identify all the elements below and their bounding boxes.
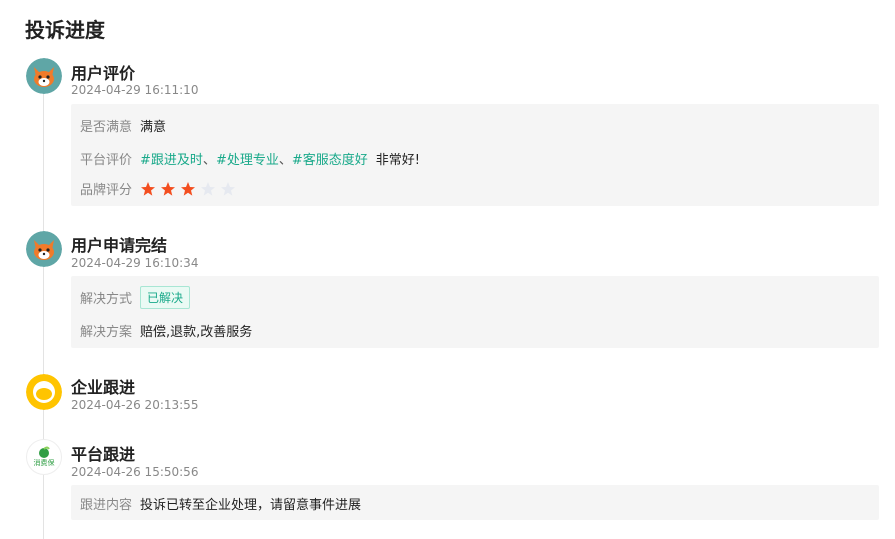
star-icon xyxy=(160,181,176,197)
complaint-progress-page: 投诉进度 用户评价 2024-04-29 16:11:10 是否满意 满意 平台… xyxy=(0,0,895,539)
resolution-plan-label: 解决方案 xyxy=(80,325,133,340)
review-tag[interactable]: #客服态度好 xyxy=(292,149,368,168)
star-icon xyxy=(180,181,196,197)
event-time-user-review: 2024-04-29 16:11:10 xyxy=(71,83,199,97)
page-title: 投诉进度 xyxy=(25,18,105,42)
star-icon xyxy=(220,181,236,197)
followup-content-label: 跟进内容 xyxy=(80,498,133,513)
event-title-platform-followup: 平台跟进 xyxy=(71,445,136,464)
review-tag[interactable]: #处理专业 xyxy=(216,149,279,168)
event-title-user-close-request: 用户申请完结 xyxy=(71,236,168,255)
platform-review-label: 平台评价 xyxy=(80,153,133,168)
resolved-badge: 已解决 xyxy=(140,286,191,309)
review-tag[interactable]: #跟进及时 xyxy=(140,149,203,168)
platform-review-row: 平台评价 #跟进及时 、 #处理专业 、 #客服态度好 非常好! xyxy=(80,149,420,168)
user-review-detail: 是否满意 满意 平台评价 #跟进及时 、 #处理专业 、 #客服态度好 非常好!… xyxy=(71,104,879,206)
company-ring-icon xyxy=(26,374,62,410)
xiaofeibao-logo-icon: 消费保 xyxy=(26,439,62,475)
platform-followup-detail: 跟进内容 投诉已转至企业处理，请留意事件进展 xyxy=(71,485,879,520)
star-icon xyxy=(200,181,216,197)
star-icon xyxy=(140,181,156,197)
fox-avatar-icon xyxy=(26,58,62,94)
event-time-company-followup: 2024-04-26 20:13:55 xyxy=(71,398,199,412)
resolution-method-row: 解决方式 已解决 xyxy=(80,286,191,309)
event-time-user-close-request: 2024-04-29 16:10:34 xyxy=(71,256,199,270)
event-time-platform-followup: 2024-04-26 15:50:56 xyxy=(71,465,199,479)
fox-avatar-icon xyxy=(26,231,62,267)
event-title-company-followup: 企业跟进 xyxy=(71,378,136,397)
tag-separator: 、 xyxy=(278,153,292,168)
satisfied-label: 是否满意 xyxy=(80,120,133,135)
satisfied-value: 满意 xyxy=(140,120,167,135)
close-request-detail: 解决方式 已解决 解决方案 赔偿,退款,改善服务 xyxy=(71,276,879,348)
resolution-plan-row: 解决方案 赔偿,退款,改善服务 xyxy=(80,321,252,340)
brand-rating-label: 品牌评分 xyxy=(80,183,133,198)
review-text: 非常好! xyxy=(375,153,420,168)
tag-separator: 、 xyxy=(202,153,216,168)
resolution-method-label: 解决方式 xyxy=(80,292,133,307)
event-title-user-review: 用户评价 xyxy=(71,64,136,83)
brand-rating-stars xyxy=(140,181,236,197)
logo-text: 消费保 xyxy=(34,458,55,467)
brand-rating-row: 品牌评分 xyxy=(80,179,236,198)
resolution-plan-value: 赔偿,退款,改善服务 xyxy=(140,325,253,340)
followup-content-row: 跟进内容 投诉已转至企业处理，请留意事件进展 xyxy=(80,494,361,513)
followup-content-value: 投诉已转至企业处理，请留意事件进展 xyxy=(140,498,362,513)
satisfied-row: 是否满意 满意 xyxy=(80,116,166,135)
